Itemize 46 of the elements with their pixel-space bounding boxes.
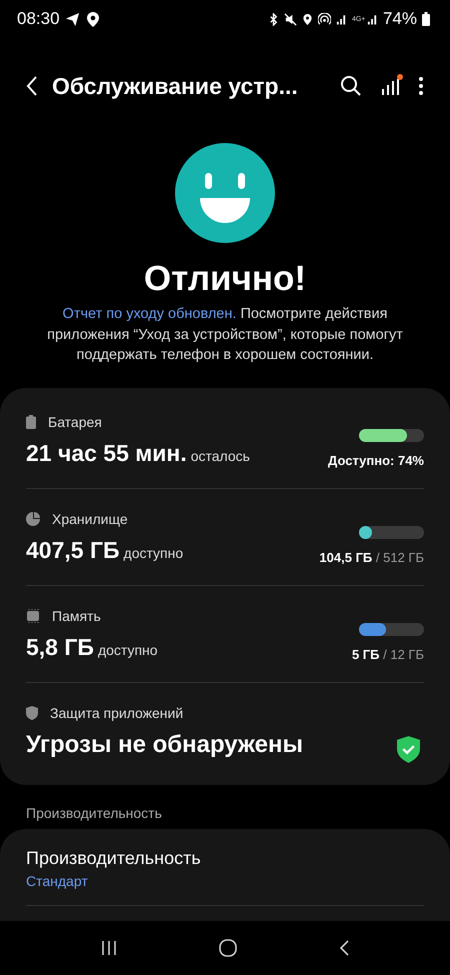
item-title: Производительность (26, 848, 202, 868)
more-icon (418, 75, 424, 97)
chip-icon (26, 609, 40, 623)
stat-label: Защита приложений (50, 704, 184, 720)
signal-icon (336, 13, 347, 25)
section-title: Производительность (25, 804, 163, 823)
protection-status: Угрозы не обнаружены (26, 730, 303, 758)
usage-reading: 104,5 ГБ / 512 ГБ (319, 550, 424, 565)
battery-icon (26, 415, 36, 429)
battery-icon (422, 12, 430, 26)
back-icon (26, 75, 38, 97)
shield-icon (26, 706, 38, 720)
stat-label: Память (52, 608, 101, 624)
signal-icon (366, 13, 378, 25)
stat-value: 407,5 ГБ (26, 537, 120, 564)
stat-value: 21 час 55 мин. (26, 440, 187, 467)
item-value: Стандарт (26, 872, 89, 888)
bluetooth-icon (268, 12, 279, 26)
stat-label: Хранилище (52, 511, 128, 527)
recents-icon (100, 939, 118, 957)
smiley-icon (175, 143, 275, 243)
usage-reading: Доступно: 74% (328, 453, 424, 468)
send-icon (64, 12, 80, 26)
search-icon (340, 75, 362, 97)
battery-percent: 74% (382, 9, 417, 29)
stat-value: 5,8 ГБ (26, 634, 94, 661)
location-icon (84, 11, 101, 27)
page-title: Обслуживание устр... (52, 72, 299, 100)
stat-label: Батарея (48, 414, 102, 430)
home-icon (218, 938, 238, 958)
status-headline: Отлично! (144, 259, 306, 299)
usage-reading: 5 ГБ / 12 ГБ (352, 647, 424, 662)
back-icon (338, 939, 350, 957)
stat-caption: осталось (190, 448, 250, 464)
performance-item[interactable]: Производительность Стандарт (26, 848, 424, 906)
stat-caption: доступно (98, 642, 158, 658)
report-message: Отчет по уходу обновлен. Посмотрите действия приложения “Уход за устройством”, которые помогут поддержать телефон в хорошем состоянии. (46, 305, 404, 365)
bar-chart-icon (380, 76, 400, 96)
stat-caption: доступно (124, 545, 184, 561)
clock: 08:30 (17, 9, 60, 29)
report-link[interactable]: Отчет по уходу обновлен. (62, 306, 236, 322)
mute-icon (284, 12, 297, 26)
shield-check-icon (397, 736, 420, 762)
pie-chart-icon (26, 512, 40, 526)
hotspot-icon (318, 12, 331, 26)
location-icon (302, 12, 313, 26)
